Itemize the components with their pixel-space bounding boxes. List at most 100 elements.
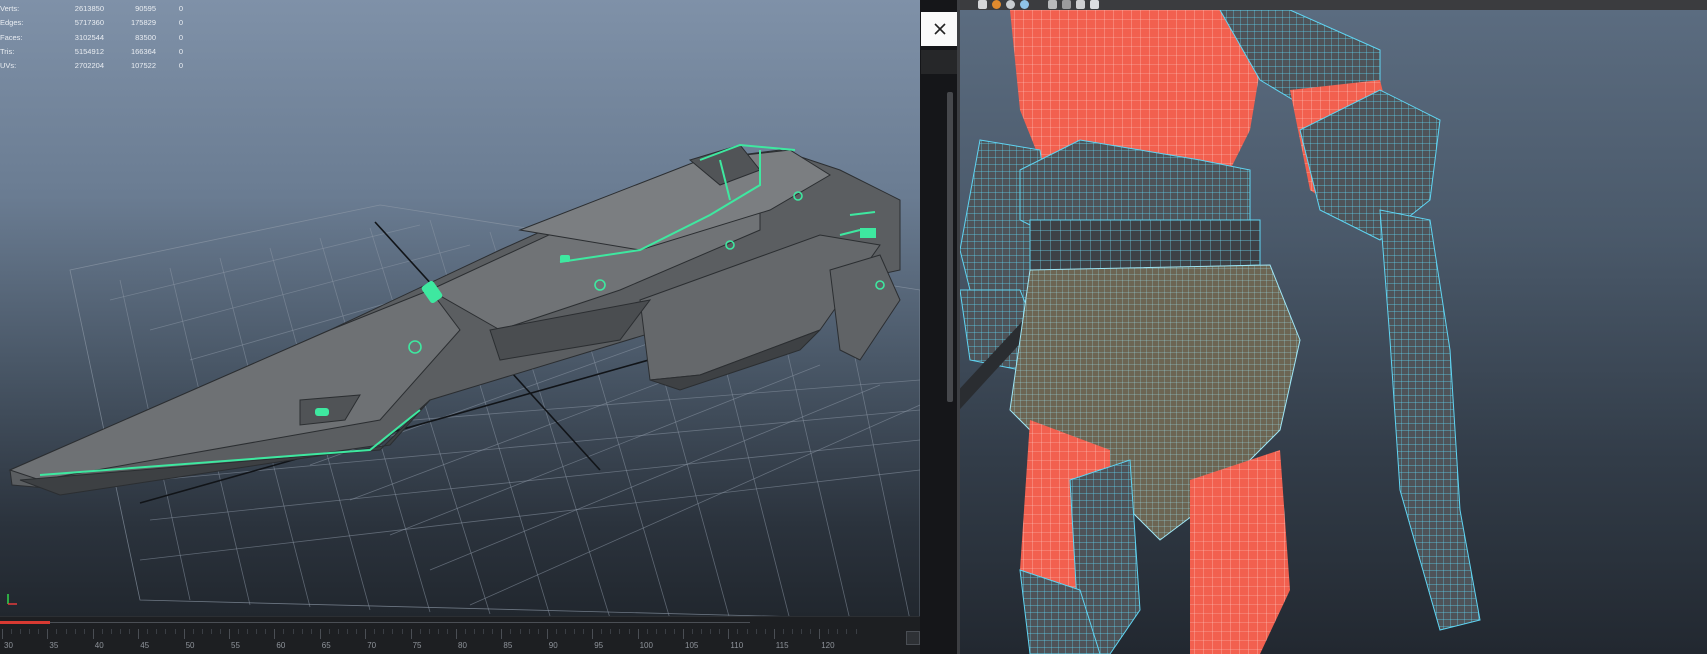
timeline-minor-tick bbox=[801, 629, 803, 634]
timeline-minor-tick bbox=[201, 629, 203, 634]
timeline-tick bbox=[138, 629, 140, 639]
timeline-minor-tick bbox=[437, 629, 439, 634]
hud-value: 2613850 bbox=[74, 4, 104, 13]
hud-value: 0 bbox=[178, 18, 183, 28]
timeline-minor-tick bbox=[265, 629, 267, 634]
timeline-minor-tick bbox=[746, 629, 748, 634]
timeline-minor-tick bbox=[337, 629, 339, 634]
timeline-tick-label: 120 bbox=[821, 641, 835, 650]
timeline-minor-tick bbox=[428, 629, 430, 634]
timeline-minor-tick bbox=[719, 629, 721, 634]
timeline-minor-tick bbox=[11, 629, 13, 634]
timeline-minor-tick bbox=[664, 629, 666, 634]
timeline-tick-label: 55 bbox=[231, 641, 240, 650]
isolate-icon[interactable] bbox=[1048, 0, 1057, 9]
timeline-tick bbox=[546, 629, 548, 639]
timeline-minor-tick bbox=[129, 629, 131, 634]
timeline-minor-tick bbox=[283, 629, 285, 634]
hud-label: UVs: bbox=[0, 61, 17, 71]
timeline-minor-tick bbox=[147, 629, 149, 634]
playhead[interactable] bbox=[0, 621, 50, 624]
timeline-minor-tick bbox=[65, 629, 67, 634]
timeline-minor-tick bbox=[210, 629, 212, 634]
hud-value: 90595 bbox=[135, 4, 156, 13]
timeline-minor-tick bbox=[74, 629, 76, 634]
close-button[interactable] bbox=[921, 12, 958, 46]
right-leg-mesh bbox=[1190, 450, 1290, 654]
timeline-minor-tick bbox=[555, 629, 557, 634]
timeline-minor-tick bbox=[392, 629, 394, 634]
hud-label: Tris: bbox=[0, 46, 15, 56]
hud-row-verts: Verts: 2613850 90595 0 bbox=[0, 2, 183, 16]
timeline-tick bbox=[274, 629, 276, 639]
shaded-icon[interactable] bbox=[1006, 0, 1015, 9]
film-icon[interactable] bbox=[978, 0, 987, 9]
timeline-minor-tick bbox=[256, 629, 258, 634]
timeline-tick bbox=[456, 629, 457, 639]
hud-value: 5717360 bbox=[74, 18, 104, 28]
right-viewport[interactable] bbox=[960, 10, 1707, 654]
timeline-tick bbox=[410, 629, 412, 639]
hud-value: 175829 bbox=[130, 18, 156, 28]
timeline-tick bbox=[637, 629, 639, 639]
panel-tab[interactable] bbox=[921, 50, 958, 74]
spaceship-scene bbox=[8, 143, 920, 621]
timeline-minor-tick bbox=[328, 629, 330, 634]
timeline-minor-tick bbox=[828, 629, 830, 634]
timeline-tick bbox=[365, 629, 367, 639]
timeline-tick bbox=[501, 629, 503, 639]
hud-value: 0 bbox=[178, 61, 183, 71]
hud-value: 5154912 bbox=[74, 46, 104, 56]
timeline-minor-tick bbox=[446, 629, 448, 634]
timeline-minor-tick bbox=[619, 629, 621, 634]
share-icon[interactable] bbox=[1090, 0, 1099, 9]
timeline-tick bbox=[819, 629, 821, 639]
camera-icon[interactable] bbox=[1062, 0, 1071, 9]
timeline-minor-tick bbox=[537, 629, 539, 634]
axis-gizmo-icon bbox=[7, 594, 17, 605]
timeline-minor-tick bbox=[356, 629, 358, 634]
xray-icon[interactable] bbox=[1076, 0, 1085, 9]
range-bar[interactable] bbox=[50, 622, 750, 623]
timeline-minor-tick bbox=[564, 629, 566, 634]
timeline-tick bbox=[592, 629, 594, 639]
timeline-end-button[interactable] bbox=[906, 631, 920, 645]
timeline-minor-tick bbox=[782, 629, 784, 634]
scrollbar[interactable] bbox=[947, 92, 953, 402]
timeline-tick-label: 80 bbox=[458, 641, 467, 650]
timeline-tick-label: 105 bbox=[685, 641, 699, 650]
left-viewport[interactable]: Verts: 2613850 90595 0 Edges: 5717360 17… bbox=[0, 0, 920, 654]
timeline-minor-tick bbox=[655, 629, 657, 634]
timeline-ruler[interactable]: 30 35 40 45 50 55 60 65 70 75 80 85 90 95 100 105 110 115… bbox=[0, 629, 920, 654]
timeline-minor-tick bbox=[855, 629, 857, 634]
timeline-tick-label: 70 bbox=[367, 641, 377, 650]
timeline-tick-label: 40 bbox=[94, 641, 104, 650]
timeline-minor-tick bbox=[110, 629, 112, 634]
hud-label: Faces: bbox=[0, 32, 23, 42]
hud-value: 107522 bbox=[130, 61, 156, 71]
hud-row-edges: Edges: 5717360 175829 0 bbox=[0, 16, 183, 30]
timeline-minor-tick bbox=[601, 629, 603, 634]
timeline-minor-tick bbox=[692, 629, 694, 634]
render-icon[interactable] bbox=[992, 0, 1001, 9]
timeline-tick bbox=[319, 629, 321, 639]
hud-row-faces: Faces: 3102544 83500 0 bbox=[0, 31, 183, 45]
timeline-tick-label: 85 bbox=[503, 641, 513, 650]
timeline-minor-tick bbox=[574, 629, 576, 634]
timeline-minor-tick bbox=[764, 629, 766, 634]
timeline-minor-tick bbox=[483, 629, 485, 634]
hud-row-uvs: UVs: 2702204 107522 0 bbox=[0, 59, 183, 73]
hud-label: Verts: bbox=[0, 4, 20, 13]
time-slider[interactable]: 30 35 40 45 50 55 60 65 70 75 80 85 90 95 100 105 110 115… bbox=[0, 616, 920, 654]
timeline-tick-label: 35 bbox=[49, 641, 59, 650]
timeline-minor-tick bbox=[846, 629, 848, 634]
weapon-mesh bbox=[1379, 209, 1481, 631]
timeline-minor-tick bbox=[810, 629, 812, 634]
timeline-minor-tick bbox=[419, 629, 421, 634]
timeline-minor-tick bbox=[219, 629, 221, 634]
timeline-minor-tick bbox=[528, 629, 530, 634]
timeline-minor-tick bbox=[292, 629, 294, 634]
timeline-minor-tick bbox=[20, 629, 22, 634]
hud-value: 2702204 bbox=[74, 61, 104, 71]
texture-icon[interactable] bbox=[1020, 0, 1029, 9]
